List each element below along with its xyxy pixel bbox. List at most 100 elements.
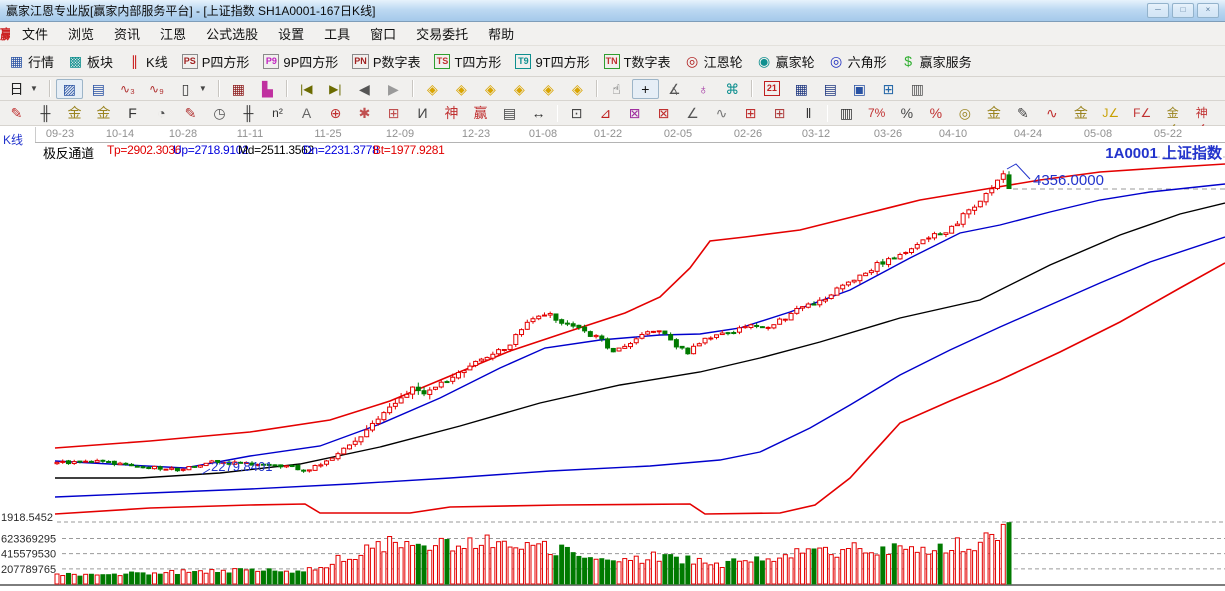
- draw-spiral-button[interactable]: ◔: [148, 103, 175, 123]
- draw-gann-box-purple-button[interactable]: ⊠: [621, 103, 648, 123]
- draw-percent-button[interactable]: %: [893, 103, 920, 123]
- draw-ruler-123-button[interactable]: ▤: [496, 103, 523, 123]
- tools-gann-diamond-right-button[interactable]: ◈: [448, 79, 475, 99]
- draw-grid-box-2-button[interactable]: ⊞: [766, 103, 793, 123]
- main-p-digit-table-button[interactable]: PN P数字表: [346, 50, 426, 73]
- maximize-button[interactable]: □: [1172, 3, 1194, 18]
- main-winner-service-button[interactable]: $ 赢家服务: [895, 50, 978, 73]
- draw-width-measure-button[interactable]: ↔: [525, 103, 552, 123]
- draw-ying-angle-button[interactable]: 赢∠: [1217, 103, 1225, 123]
- draw-parallel-lines-button[interactable]: ǁ: [795, 103, 822, 123]
- menu-item-4[interactable]: 江恩: [150, 22, 196, 45]
- main-quotes-button[interactable]: ▦ 行情: [3, 50, 60, 73]
- draw-gold-circle-button[interactable]: ◎: [951, 103, 978, 123]
- menu-item-2[interactable]: 浏览: [58, 22, 104, 45]
- draw-circle-cross-button[interactable]: ⊕: [322, 103, 349, 123]
- tools-candle-style-button[interactable]: ▯ ▼: [172, 79, 213, 99]
- tools-minor-cycle-9-button[interactable]: ∿₉: [143, 79, 170, 99]
- tools-prev-page-button[interactable]: ◀: [351, 79, 378, 99]
- draw-percent-line-button[interactable]: %: [922, 103, 949, 123]
- draw-trend-pen-button[interactable]: ✎: [3, 103, 30, 123]
- draw-f-angle-button[interactable]: F∠: [1127, 103, 1157, 123]
- tools-hand-tool-button[interactable]: ☝: [603, 79, 630, 99]
- tools-gann-grid-button[interactable]: ▦: [225, 79, 252, 99]
- draw-a-wave-button[interactable]: ∿: [1038, 103, 1065, 123]
- draw-ray-fan-button[interactable]: ⊿: [592, 103, 619, 123]
- draw-a-line-button[interactable]: A: [293, 103, 320, 123]
- draw-angle-pen-button[interactable]: ✎: [177, 103, 204, 123]
- draw-pen-candle-button[interactable]: ✎: [1009, 103, 1036, 123]
- menu-item-5[interactable]: 公式选股: [196, 22, 268, 45]
- main-gann-wheel-button[interactable]: ◎ 江恩轮: [679, 50, 749, 73]
- menu-item-6[interactable]: 设置: [268, 22, 314, 45]
- minimize-button[interactable]: ─: [1147, 3, 1169, 18]
- tools-angle-measure-button[interactable]: ∡: [661, 79, 688, 99]
- tools-calculator-button[interactable]: ▦: [788, 79, 815, 99]
- main-sectors-button[interactable]: ▩ 板块: [62, 50, 119, 73]
- draw-shen-fence-button[interactable]: 神: [438, 103, 465, 123]
- tools-crosshair-tool-button[interactable]: +: [631, 78, 659, 99]
- draw-ying-fence-button[interactable]: 赢: [467, 103, 494, 123]
- menu-item-8[interactable]: 窗口: [360, 22, 406, 45]
- tools-printer-button[interactable]: ▥: [904, 79, 931, 99]
- main-t-square-button[interactable]: TS T四方形: [428, 50, 507, 73]
- main-p-square-button[interactable]: PS P四方形: [176, 50, 256, 73]
- draw-i-tool-button[interactable]: И: [409, 103, 436, 123]
- draw-hist-bars-button[interactable]: ▥: [833, 103, 860, 123]
- menu-item-1[interactable]: 文件: [12, 22, 58, 45]
- draw-web-star-button[interactable]: ✱: [351, 103, 378, 123]
- draw-shen-angle-button[interactable]: 神∠: [1188, 103, 1215, 136]
- draw-percent-t-button[interactable]: 7%: [862, 103, 891, 123]
- tools-next-page-button[interactable]: ▶: [380, 79, 407, 99]
- menu-item-9[interactable]: 交易委托: [406, 22, 478, 45]
- tools-gann-diamond-down-button[interactable]: ◈: [535, 79, 562, 99]
- tools-pattern-window-button[interactable]: ▨: [55, 78, 83, 99]
- tools-period-day-button[interactable]: 日 ▼: [3, 79, 44, 99]
- tools-net-share-button[interactable]: ⊞: [875, 79, 902, 99]
- tools-notepad-button[interactable]: ▤: [817, 79, 844, 99]
- draw-gold-angle-button[interactable]: 金∠: [1159, 103, 1186, 136]
- draw-gold-bar-button[interactable]: 金: [1067, 103, 1094, 123]
- tools-minor-cycle-3-button[interactable]: ∿₃: [114, 79, 141, 99]
- period-day-dropdown-arrow[interactable]: ▼: [30, 84, 38, 93]
- draw-gold-fence-1-button[interactable]: 金: [61, 103, 88, 123]
- tools-calendar-button[interactable]: 21: [758, 79, 786, 98]
- tools-gann-diamond-up-button[interactable]: ◈: [506, 79, 533, 99]
- draw-price-fence-button[interactable]: ╫: [32, 103, 59, 123]
- main-kline-button[interactable]: ∥ K线: [121, 50, 174, 73]
- tools-gann-diamond-left-button[interactable]: ◈: [419, 79, 446, 99]
- draw-n-square-button[interactable]: n²: [264, 103, 291, 123]
- draw-box-handles-button[interactable]: ⊡: [563, 103, 590, 123]
- draw-fan-lines-button[interactable]: ∠: [679, 103, 706, 123]
- draw-cycle-circle-button[interactable]: ◷: [206, 103, 233, 123]
- main-hexagon-button[interactable]: ◎ 六角形: [823, 50, 893, 73]
- draw-j-angle-button[interactable]: J∠: [1096, 103, 1125, 123]
- main-winner-wheel-button[interactable]: ◉ 赢家轮: [751, 50, 821, 73]
- draw-f-fence-button[interactable]: F: [119, 103, 146, 123]
- draw-gold-lines-button[interactable]: 金: [980, 103, 1007, 123]
- draw-gold-fence-2-button[interactable]: 金: [90, 103, 117, 123]
- close-button[interactable]: ×: [1197, 3, 1219, 18]
- draw-gann-box-red-button[interactable]: ⊠: [650, 103, 677, 123]
- tools-save-screen-button[interactable]: ▣: [846, 79, 873, 99]
- menu-item-3[interactable]: 资讯: [104, 22, 150, 45]
- tools-gann-diamond-expand-button[interactable]: ◈: [477, 79, 504, 99]
- menu-item-7[interactable]: 工具: [314, 22, 360, 45]
- tools-gann-diamond-cross-button[interactable]: ◈: [564, 79, 591, 99]
- main-t-digit-table-button[interactable]: TN T数字表: [598, 50, 677, 73]
- tools-color-histogram-button[interactable]: ▙: [254, 79, 281, 99]
- draw-v-wave-button[interactable]: ∿: [708, 103, 735, 123]
- tools-first-page-button[interactable]: |◀: [293, 79, 320, 99]
- tools-gann-fan-tool-button[interactable]: ♁: [690, 79, 717, 99]
- candle-style-dropdown-arrow[interactable]: ▼: [199, 84, 207, 93]
- draw-grid-box-1-button[interactable]: ⊞: [737, 103, 764, 123]
- draw-web-square-button[interactable]: ⊞: [380, 103, 407, 123]
- main-9p-square-button[interactable]: P9 9P四方形: [257, 50, 344, 73]
- tools-last-page-button[interactable]: ▶|: [322, 79, 349, 99]
- tools-info-board-button[interactable]: ▤: [85, 79, 112, 99]
- draw-time-fence-button[interactable]: ╫: [235, 103, 262, 123]
- menu-item-10[interactable]: 帮助: [478, 22, 524, 45]
- kline-chart[interactable]: 09-23 10-14 10-28 11-11 11-25 12-09 12-23 01-08…: [0, 126, 1225, 591]
- main-9t-square-button[interactable]: T9 9T四方形: [509, 50, 595, 73]
- tools-celtic-tool-button[interactable]: ⌘: [719, 79, 746, 99]
